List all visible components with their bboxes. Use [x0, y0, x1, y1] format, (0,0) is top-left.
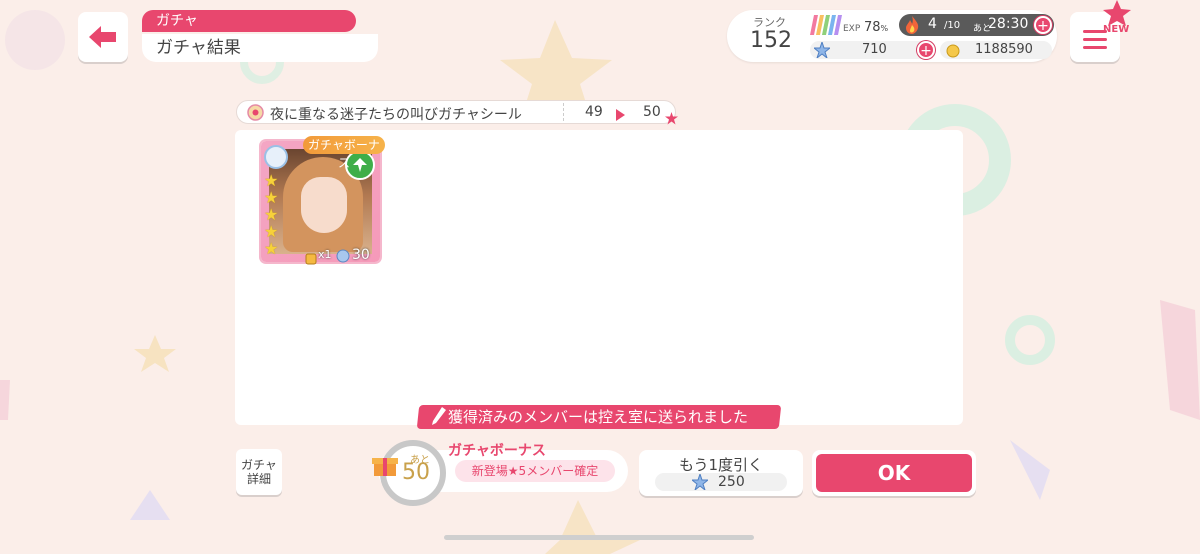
- page-header: ガチャ ガチャ結果: [142, 10, 378, 62]
- sticker-divider: [563, 103, 565, 121]
- sticker-icon: [247, 104, 264, 125]
- page-title: ガチャ結果: [142, 34, 378, 62]
- stamina-timer: 28:30: [988, 16, 1029, 32]
- rarity-star-icon: ★: [264, 239, 279, 258]
- arrow-right-icon: [616, 106, 625, 125]
- menu-icon-line: [1083, 46, 1107, 49]
- page-category: ガチャ: [142, 10, 356, 32]
- stamina-max: /10: [944, 20, 961, 31]
- member-face: [301, 177, 347, 233]
- add-stamina-button[interactable]: +: [1034, 16, 1052, 34]
- acquired-notice-text: 獲得済みのメンバーは控え室に送られました: [448, 408, 749, 426]
- rank-value: 152: [750, 28, 792, 53]
- gacha-detail-button[interactable]: ガチャ 詳細: [236, 449, 282, 495]
- band-emblem-icon: [264, 145, 288, 169]
- pen-icon: [432, 407, 446, 425]
- member-count: x1: [318, 248, 332, 261]
- star-gem-value: 710: [862, 42, 887, 57]
- draw-cost-value: 250: [718, 474, 745, 490]
- gift-icon: [372, 452, 398, 484]
- member-count-icon: [305, 250, 317, 269]
- gacha-bonus-title: ガチャボーナス: [448, 443, 546, 459]
- gacha-detail-label: ガチャ: [241, 458, 277, 472]
- acquired-notice-banner: 獲得済みのメンバーは控え室に送られました: [416, 405, 782, 429]
- new-badge-label: NEW: [1103, 24, 1130, 35]
- member-level: 30: [352, 247, 370, 263]
- home-indicator[interactable]: [444, 535, 754, 540]
- ok-button[interactable]: OK: [812, 450, 976, 496]
- gacha-bonus-subtitle: 新登場★5メンバー確定: [455, 460, 615, 482]
- star-gem-icon: [812, 40, 832, 62]
- draw-again-label: もう1度引く: [678, 456, 764, 474]
- exp-label: EXP: [843, 24, 861, 34]
- add-star-gem-button[interactable]: +: [917, 41, 935, 59]
- star-gem-icon: [690, 472, 710, 494]
- exp-rainbow-icon: [810, 15, 842, 35]
- coin-icon: [946, 43, 960, 62]
- coin-value: 1188590: [975, 42, 1033, 57]
- ok-label: OK: [816, 454, 972, 492]
- arrow-left-icon: [89, 26, 116, 48]
- fire-icon: [904, 16, 920, 38]
- exp-value: 78%: [864, 20, 889, 35]
- star-mark-icon: [665, 112, 678, 125]
- level-icon: [336, 248, 350, 267]
- sticker-count-after: 50: [643, 104, 661, 120]
- bonus-remaining-value: 50: [402, 460, 430, 485]
- menu-icon-line: [1083, 38, 1107, 41]
- back-button[interactable]: [78, 12, 128, 62]
- sticker-count-before: 49: [585, 104, 603, 120]
- gacha-detail-label: 詳細: [246, 472, 271, 486]
- sticker-name: 夜に重なる迷子たちの叫びガチャシール: [270, 107, 522, 123]
- gacha-bonus-ribbon: ガチャボーナス: [303, 136, 385, 170]
- stamina-value: 4: [928, 16, 937, 32]
